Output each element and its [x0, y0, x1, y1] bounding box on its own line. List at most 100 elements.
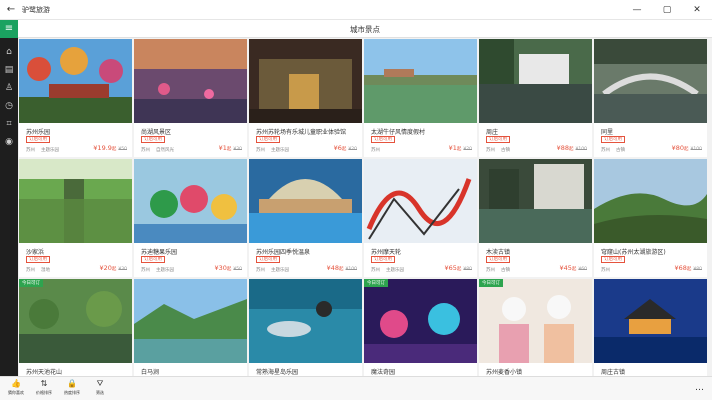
price-unit: 起 — [111, 147, 117, 152]
attraction-card[interactable]: 苏州乐园四季悦温泉 订后可用 苏州 主题乐园 ¥48起 ¥100 — [249, 159, 362, 277]
attraction-card[interactable]: 周庄古镇 — [594, 279, 707, 376]
usage-tag: 订后可用 — [26, 256, 50, 263]
price-value: ¥45 — [559, 264, 572, 272]
attraction-card[interactable]: 同里 订后可用 苏州 古镇 ¥80起 ¥100 — [594, 39, 707, 157]
attraction-photo — [134, 39, 247, 123]
today-bookable-badge: 今日可订 — [364, 279, 388, 287]
minimize-button[interactable]: — — [622, 0, 652, 20]
attraction-photo — [364, 279, 477, 363]
original-price: ¥80 — [463, 267, 472, 272]
attraction-name: 魔法奇园 — [371, 369, 396, 376]
attraction-name: 苏州乐园四季悦温泉 — [256, 249, 311, 256]
attraction-photo — [364, 39, 477, 123]
user-icon[interactable]: ♙ — [0, 80, 18, 96]
original-price: ¥100 — [690, 147, 702, 152]
price-unit: 起 — [456, 147, 462, 152]
circle-icon[interactable]: ◉ — [0, 134, 18, 150]
price: ¥65起 ¥80 — [444, 264, 472, 272]
window-titlebar: ← 驴鹭旅游 — ▢ ✕ — [0, 0, 712, 20]
attraction-photo — [479, 279, 592, 363]
attraction-card[interactable]: 周庄 订后可用 苏州 古镇 ¥88起 ¥100 — [479, 39, 592, 157]
attraction-card[interactable]: 苏州乐园 订后可用 苏州 主题乐园 ¥19.9起 ¥50 — [19, 39, 132, 157]
clock-icon[interactable]: ◷ — [0, 98, 18, 114]
attraction-card[interactable]: 木渎古镇 订后可用 苏州 古镇 ¥45起 ¥60 — [479, 159, 592, 277]
category-label: 主题乐园 — [386, 268, 404, 273]
price-value: ¥1 — [218, 144, 227, 152]
city-label: 苏州 — [371, 268, 380, 273]
attraction-card[interactable]: 今日可订 苏州麦香小镇 — [479, 279, 592, 376]
original-price: ¥100 — [575, 147, 587, 152]
attraction-photo — [594, 159, 707, 243]
attraction-name: 同里 — [601, 129, 614, 136]
attraction-card[interactable]: 尚湖风景区 订后可用 苏州 自然风光 ¥1起 ¥30 — [134, 39, 247, 157]
attraction-photo — [479, 159, 592, 243]
back-arrow-icon[interactable]: ← — [4, 3, 18, 17]
attraction-photo — [594, 39, 707, 123]
attraction-card[interactable]: 苏州摩天轮 订后可用 苏州 主题乐园 ¥65起 ¥80 — [364, 159, 477, 277]
usage-tag: 订后可用 — [601, 256, 625, 263]
original-price: ¥80 — [693, 267, 702, 272]
price-value: ¥20 — [99, 264, 112, 272]
thumbs-up-icon: 👍 — [11, 379, 21, 388]
price-sort-button[interactable]: ⇅ 价格排序 — [30, 379, 58, 399]
attraction-card[interactable]: 常熟海星岛乐园 — [249, 279, 362, 376]
original-price: ¥30 — [118, 267, 127, 272]
attraction-card[interactable]: 苏州苏轮场有乐城儿童职业体验馆 订后可用 苏州 主题乐园 ¥6起 ¥20 — [249, 39, 362, 157]
price-unit: 起 — [226, 147, 232, 152]
attraction-card[interactable]: 太湖牛仔风情度假村 订后可用 苏州 ¥1起 ¥20 — [364, 39, 477, 157]
recommend-button[interactable]: 👍 猜你喜欢 — [2, 379, 30, 399]
city-label: 苏州 — [486, 268, 495, 273]
usage-tag: 订后可用 — [371, 256, 395, 263]
filter-label: 筛选 — [96, 390, 104, 395]
today-bookable-badge: 今日可订 — [19, 279, 43, 287]
attraction-name: 苏州天池花山 — [26, 369, 63, 376]
attraction-card[interactable]: 苏迪糖果乐园 订后可用 苏州 主题乐园 ¥30起 ¥50 — [134, 159, 247, 277]
usage-tag: 订后可用 — [141, 256, 165, 263]
attraction-name: 常熟海星岛乐园 — [256, 369, 299, 376]
price-value: ¥19.9 — [93, 144, 112, 152]
price: ¥6起 ¥20 — [334, 144, 357, 152]
close-button[interactable]: ✕ — [682, 0, 712, 20]
attraction-name: 苏州摩天轮 — [371, 249, 402, 256]
price-unit: 起 — [571, 267, 577, 272]
attraction-card[interactable]: 白马涧 — [134, 279, 247, 376]
popularity-sort-label: 热度排序 — [64, 390, 80, 395]
price-value: ¥80 — [671, 144, 685, 152]
category-label: 自然风光 — [156, 148, 174, 153]
city-label: 苏州 — [141, 268, 150, 273]
price-sort-label: 价格排序 — [36, 390, 52, 395]
price-unit: 起 — [226, 267, 232, 272]
filter-button[interactable]: ⛛ 筛选 — [86, 379, 114, 399]
sort-icon: ⇅ — [40, 379, 48, 388]
tag-icon[interactable]: ⌗ — [0, 116, 18, 132]
more-icon[interactable]: … — [695, 383, 704, 393]
price: ¥80起 ¥100 — [672, 144, 702, 152]
attraction-card[interactable]: 今日可订 苏州天池花山 — [19, 279, 132, 376]
price: ¥20起 ¥30 — [99, 264, 127, 272]
category-label: 古镇 — [501, 148, 510, 153]
attraction-card[interactable]: 今日可订 魔法奇园 — [364, 279, 477, 376]
price: ¥45起 ¥60 — [559, 264, 587, 272]
attraction-name: 木渎古镇 — [486, 249, 511, 256]
popularity-sort-button[interactable]: 🔒 热度排序 — [58, 379, 86, 399]
original-price: ¥60 — [578, 267, 587, 272]
hamburger-icon[interactable]: ≡ — [0, 20, 18, 38]
home-icon[interactable]: ⌂ — [0, 44, 18, 60]
price-unit: 起 — [686, 267, 692, 272]
price-unit: 起 — [111, 267, 117, 272]
attraction-name: 苏州乐园 — [26, 129, 51, 136]
price-value: ¥1 — [448, 144, 457, 152]
attraction-photo — [364, 159, 477, 243]
attraction-photo — [19, 279, 132, 363]
original-price: ¥100 — [345, 267, 357, 272]
ticket-icon[interactable]: ▤ — [0, 62, 18, 78]
attraction-card[interactable]: 沙家浜 订后可用 苏州 湿地 ¥20起 ¥30 — [19, 159, 132, 277]
price-unit: 起 — [339, 267, 344, 272]
attraction-name: 白马涧 — [141, 369, 160, 376]
attraction-card[interactable]: 穹窿山(苏州太湖旅游区) 订后可用 苏州 ¥68起 ¥80 — [594, 159, 707, 277]
price-unit: 起 — [341, 147, 347, 152]
category-label: 主题乐园 — [271, 268, 289, 273]
usage-tag: 订后可用 — [256, 256, 280, 263]
maximize-button[interactable]: ▢ — [652, 0, 682, 20]
category-label: 主题乐园 — [41, 148, 59, 153]
